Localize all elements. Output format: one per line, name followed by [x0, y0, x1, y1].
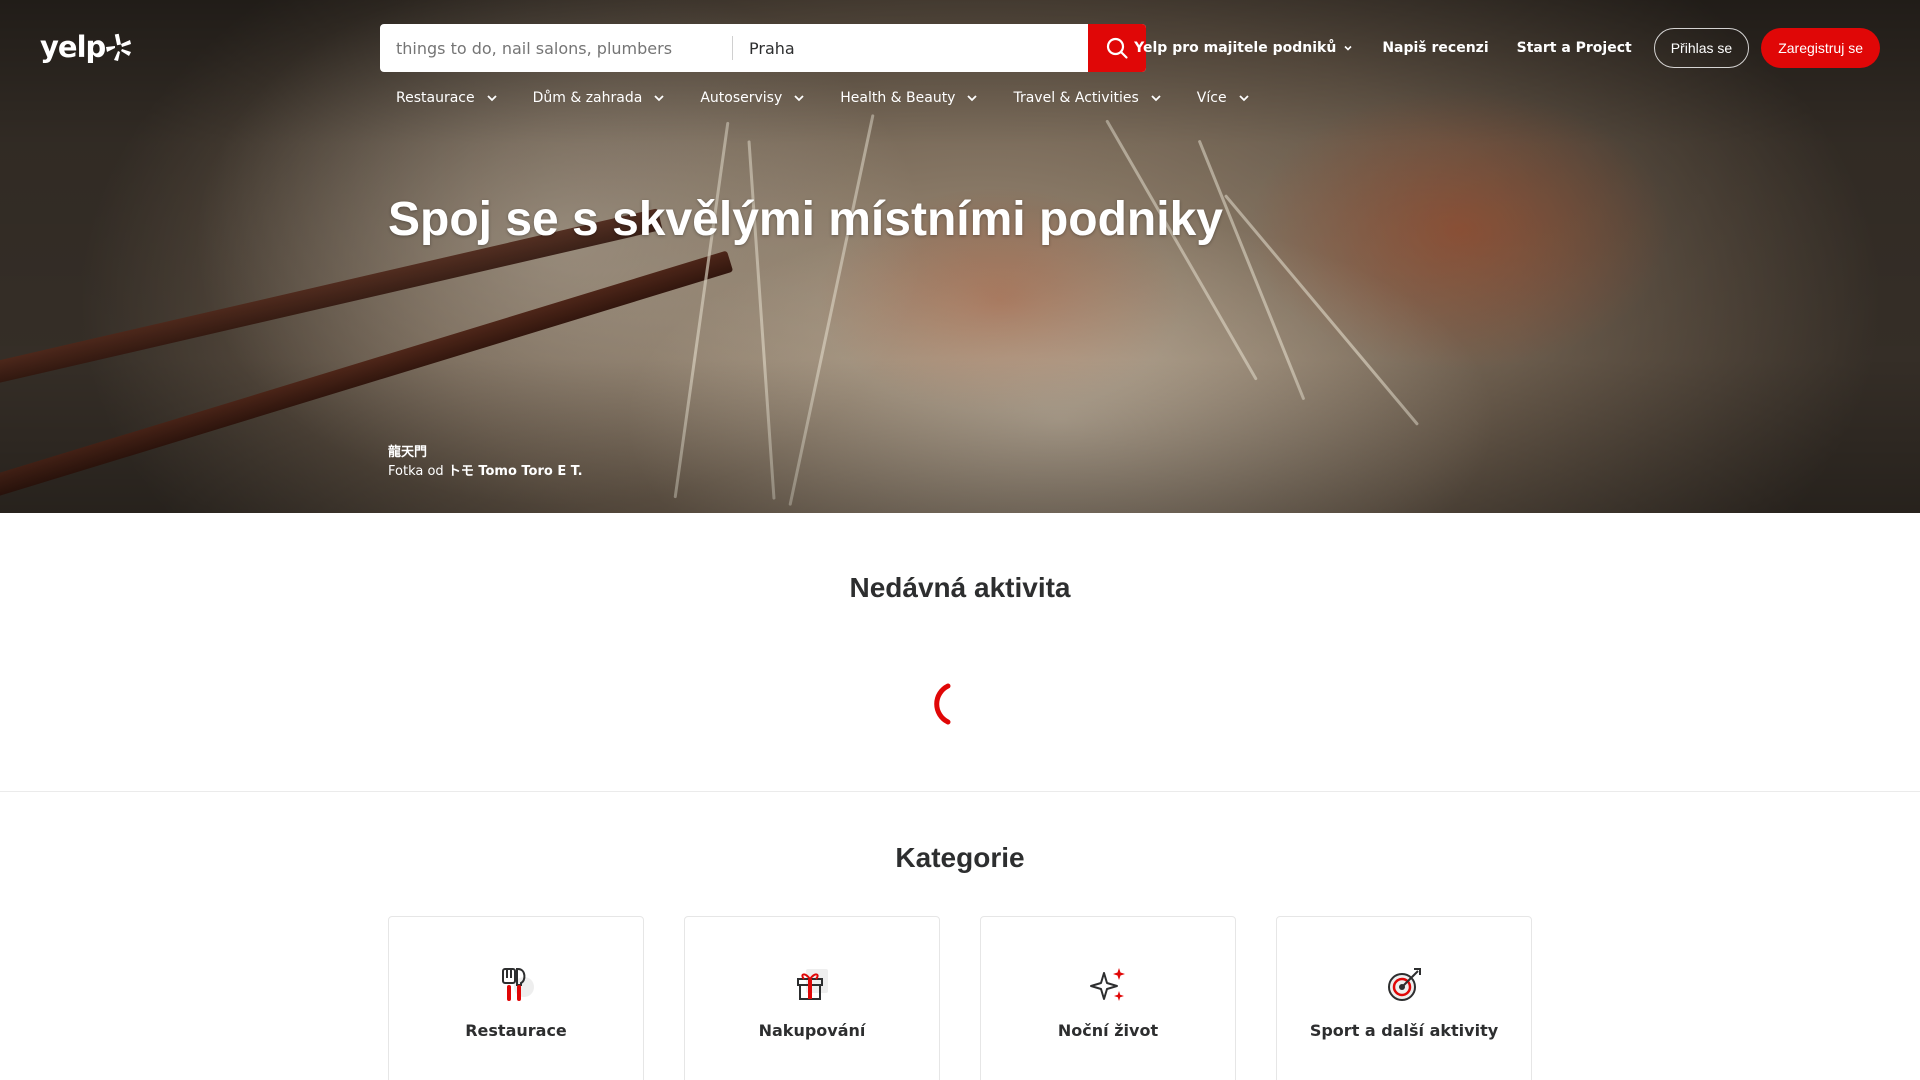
category-card-icon-wrap [1088, 965, 1128, 1005]
category-nav-item[interactable]: Travel & Activities [1013, 86, 1162, 110]
target-dart-icon [1388, 968, 1421, 1001]
photo-credit-prefix: Fotka od [388, 464, 444, 479]
category-card-icon-wrap [792, 965, 832, 1005]
find-field-wrapper [380, 24, 732, 72]
category-card-restaurants[interactable]: Restaurace [388, 916, 644, 1080]
category-nav-label: Restaurace [396, 90, 475, 106]
start-project-link[interactable]: Start a Project [1517, 40, 1632, 56]
category-nav-item[interactable]: Restaurace [396, 86, 499, 110]
chevron-down-icon [1151, 95, 1161, 102]
login-button[interactable]: Přihlas se [1653, 28, 1750, 68]
category-card-label: Nakupování [758, 1021, 866, 1040]
photo-credit-line: Fotka od トモ Tomo Toro E T. [388, 462, 583, 481]
signup-button[interactable]: Zaregistruj se [1761, 28, 1880, 68]
loading-spinner-icon [934, 683, 951, 725]
chevron-down-icon [654, 95, 664, 102]
hero-overlay [0, 0, 1920, 513]
category-nav-item[interactable]: Více [1197, 86, 1251, 110]
business-menu[interactable]: Yelp pro majitele podniků [1134, 40, 1354, 56]
chevron-down-icon [1344, 45, 1352, 51]
photo-business-link[interactable]: 龍天門 [388, 443, 583, 462]
search-bar [380, 24, 1146, 72]
category-nav-label: Travel & Activities [1013, 90, 1139, 106]
business-menu-label: Yelp pro majitele podniků [1134, 40, 1337, 56]
category-card-label: Noční život [1057, 1021, 1159, 1040]
find-input[interactable] [396, 38, 716, 58]
section-divider [0, 791, 1920, 792]
sparkles-icon [1090, 968, 1125, 1001]
category-card-shopping[interactable]: Nakupování [684, 916, 940, 1080]
chevron-down-icon [967, 95, 978, 102]
yelp-logo[interactable]: yelp [40, 30, 132, 64]
category-card-sports[interactable]: Sport a další aktivity [1276, 916, 1532, 1080]
category-card-icon-wrap [496, 965, 536, 1005]
photo-credit-user-link[interactable]: トモ Tomo Toro E T. [448, 464, 583, 479]
category-nav-label: Health & Beauty [840, 90, 956, 106]
hero-banner [0, 0, 1920, 513]
signup-label: Zaregistruj se [1778, 40, 1863, 56]
category-card-label: Sport a další aktivity [1309, 1021, 1499, 1040]
gift-shopping-icon [797, 969, 828, 1000]
category-nav-item[interactable]: Autoservisy [700, 86, 806, 110]
category-card-icon-wrap [1384, 965, 1424, 1005]
category-cards: Restaurace Nakupování Noční život Sport … [388, 916, 1572, 1080]
category-card-nightlife[interactable]: Noční život [980, 916, 1236, 1080]
logo-text: yelp [40, 30, 106, 64]
chevron-down-icon [1238, 95, 1249, 102]
chevron-down-icon [794, 95, 804, 102]
category-nav: Restaurace Dům & zahrada Autoservisy Hea… [396, 86, 1285, 110]
category-nav-label: Více [1196, 90, 1227, 106]
category-nav-label: Autoservisy [700, 90, 783, 106]
near-input[interactable] [749, 38, 1088, 58]
utensils-icon [502, 968, 534, 1001]
write-review-label: Napiš recenzi [1382, 40, 1489, 56]
category-nav-label: Dům & zahrada [532, 90, 643, 106]
recent-activity-title: Nedávná aktivita [849, 572, 1071, 603]
write-review-link[interactable]: Napiš recenzi [1382, 40, 1488, 56]
hero-headline: Spoj se s skvělými místními podniky [388, 193, 1223, 246]
category-card-label: Restaurace [465, 1021, 567, 1040]
start-project-label: Start a Project [1516, 40, 1632, 56]
categories-title: Kategorie [895, 842, 1025, 873]
burst-icon [106, 33, 132, 61]
login-label: Přihlas se [1670, 40, 1733, 56]
chevron-down-icon [486, 95, 497, 102]
near-field-wrapper [733, 24, 1088, 72]
category-nav-item[interactable]: Dům & zahrada [533, 86, 667, 110]
top-nav: Yelp pro majitele podniků Napiš recenzi … [1106, 24, 1880, 72]
photo-credit: 龍天門 Fotka od トモ Tomo Toro E T. [388, 443, 583, 481]
category-nav-item[interactable]: Health & Beauty [840, 86, 979, 110]
